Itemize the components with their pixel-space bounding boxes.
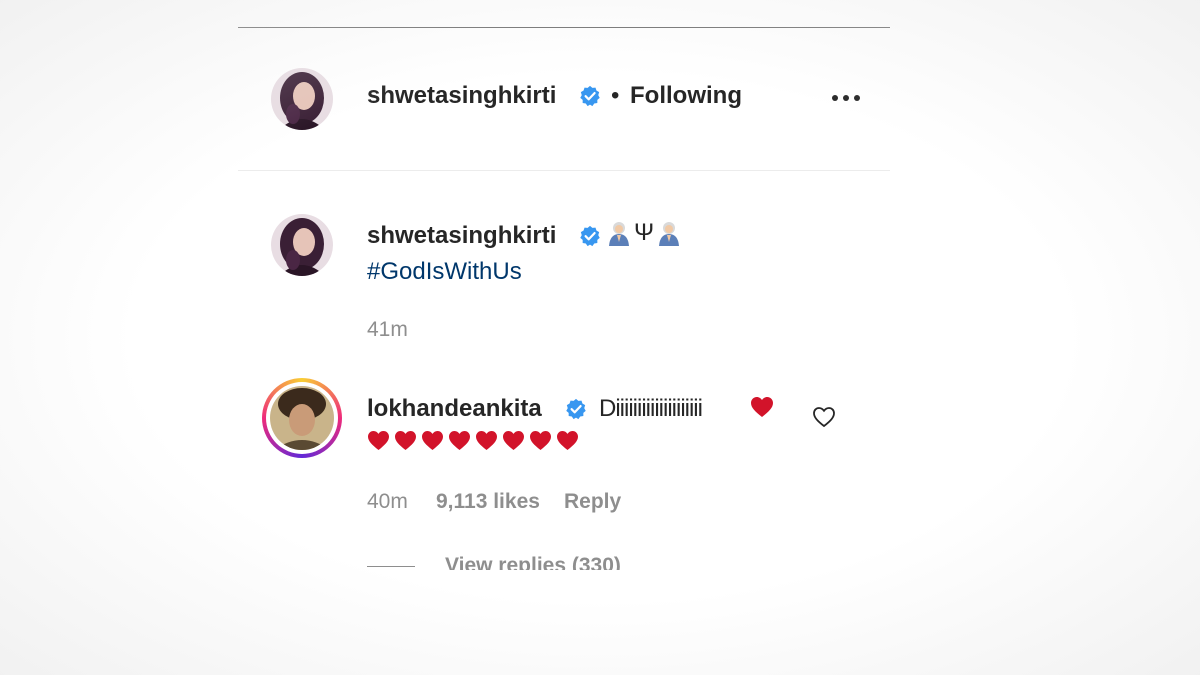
header-divider [238,170,890,171]
red-heart-emoji [449,430,470,451]
caption-timestamp[interactable]: 41m [367,318,408,342]
post-author-username[interactable]: shwetasinghkirti [367,82,556,110]
caption-author-avatar[interactable] [271,214,333,276]
comment-timestamp[interactable]: 40m [367,490,408,514]
post-author-avatar[interactable] [271,68,333,130]
more-dot-icon [854,95,860,101]
story-ring[interactable] [262,378,342,458]
heart-outline-icon[interactable] [812,406,836,428]
comment-author-username[interactable]: lokhandeankita [367,395,542,423]
red-heart-emoji [422,430,443,451]
red-heart-emoji [395,430,416,451]
follow-separator: • [611,82,620,109]
verified-badge-icon [566,398,586,420]
trident-symbol: Ψ [634,219,655,246]
more-options-icon[interactable] [832,95,860,101]
divider [238,27,890,28]
view-replies-link[interactable]: View replies (330) [445,554,621,570]
red-heart-emoji [503,430,524,451]
red-heart-emoji [476,430,497,451]
verified-badge-icon [580,225,600,247]
more-dot-icon [832,95,838,101]
comment-text: Diiiiiiiiiiiiiiiiiiii [599,395,703,422]
caption-emoji: Ψ [606,220,682,246]
reply-button[interactable]: Reply [564,490,621,514]
instagram-post-panel: shwetasinghkirti • Following shwetasingh… [238,0,890,675]
following-button[interactable]: Following [630,82,742,110]
verified-badge-icon [580,85,600,107]
caption-author-username[interactable]: shwetasinghkirti [367,222,556,250]
view-replies-line [367,566,415,567]
caption-hashtag[interactable]: #GodIsWithUs [367,258,522,286]
comment-hearts [367,430,579,451]
person-praying-emoji [609,222,629,246]
person-praying-emoji [659,222,680,246]
comment-likes-count[interactable]: 9,113 likes [436,490,540,514]
red-heart-emoji [368,430,389,451]
red-heart-emoji [751,397,773,417]
red-heart-emoji [557,430,578,451]
red-heart-emoji [530,430,551,451]
comment-author-avatar[interactable] [270,386,334,450]
more-dot-icon [843,95,849,101]
